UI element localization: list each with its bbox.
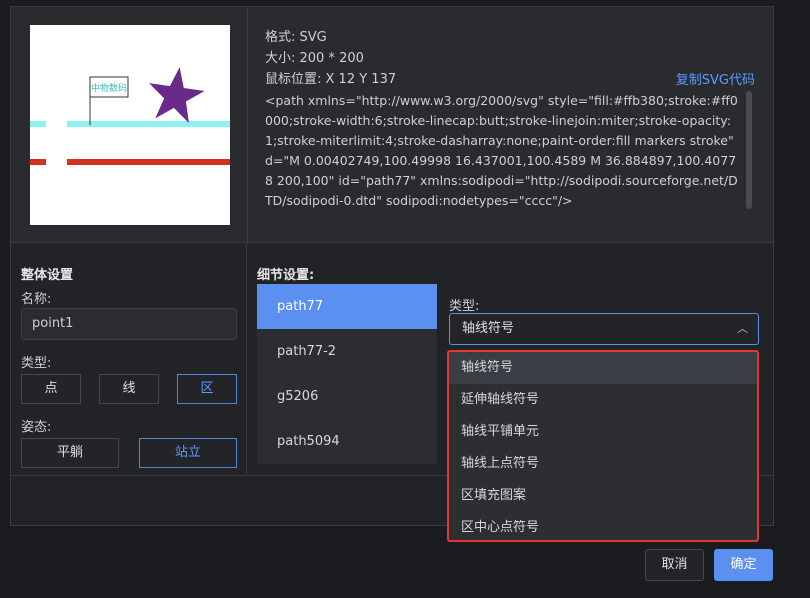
type-dropdown-menu: 轴线符号 延伸轴线符号 轴线平铺单元 轴线上点符号 区填充图案 区中心点符号 [447,350,759,542]
copy-svg-code-link[interactable]: 复制SVG代码 [676,69,755,88]
detail-item-path77-2[interactable]: path77-2 [257,329,437,374]
flag-label: 中物数码 [91,82,127,94]
red-line-segment-right [67,159,230,165]
detail-type-select[interactable]: 轴线符号 ︿ [449,313,759,345]
overall-settings-title: 整体设置 [21,268,74,283]
detail-item-g5206[interactable]: g5206 [257,374,437,419]
dropdown-option-extended-axis-symbol[interactable]: 延伸轴线符号 [449,384,757,416]
divider [247,7,248,243]
code-scrollbar[interactable] [746,91,752,209]
preview-canvas: 中物数码 [30,67,230,165]
pose-label: 姿态: [21,420,52,435]
svg-code-text: <path xmlns="http://www.w3.org/2000/svg"… [265,93,738,208]
star-symbol [149,67,205,124]
detail-type-label: 类型: [449,299,480,314]
confirm-button[interactable]: 确定 [714,549,773,581]
type-point-button[interactable]: 点 [21,374,81,404]
dropdown-option-axis-point-symbol[interactable]: 轴线上点符号 [449,448,757,480]
red-line-segment-left [30,159,46,165]
cyan-line-segment-left [30,121,46,127]
detail-settings-title: 细节设置: [257,268,315,283]
name-input[interactable]: point1 [21,308,237,340]
size-text: 大小: 200 * 200 [265,51,364,66]
pose-standing-button[interactable]: 站立 [139,438,237,468]
detail-item-path5094[interactable]: path5094 [257,419,437,464]
dropdown-option-axis-symbol[interactable]: 轴线符号 [449,352,757,384]
svg-preview[interactable]: 中物数码 [30,25,230,225]
detail-item-path77[interactable]: path77 [257,284,437,329]
preview-info-panel: 中物数码 格式: SVG 大小: 200 * 200 鼠标位置: X 12 Y … [11,7,773,243]
format-text: 格式: SVG [265,30,327,45]
type-line-button[interactable]: 线 [99,374,159,404]
chevron-up-icon: ︿ [737,322,748,335]
dropdown-option-area-center-symbol[interactable]: 区中心点符号 [449,512,757,544]
type-area-button[interactable]: 区 [177,374,237,404]
overall-settings: 整体设置 名称: point1 类型: 点 线 区 姿态: 平躺 站立 [11,244,247,474]
name-label: 名称: [21,292,52,307]
cyan-line-segment-right [67,121,230,127]
detail-type-value: 轴线符号 [462,321,515,336]
type-label: 类型: [21,356,52,371]
dropdown-option-axis-tile-unit[interactable]: 轴线平铺单元 [449,416,757,448]
cancel-button[interactable]: 取消 [645,549,704,581]
detail-path-list: path77 path77-2 g5206 path5094 [257,284,437,464]
pose-lying-button[interactable]: 平躺 [21,438,119,468]
dropdown-option-area-fill-pattern[interactable]: 区填充图案 [449,480,757,512]
